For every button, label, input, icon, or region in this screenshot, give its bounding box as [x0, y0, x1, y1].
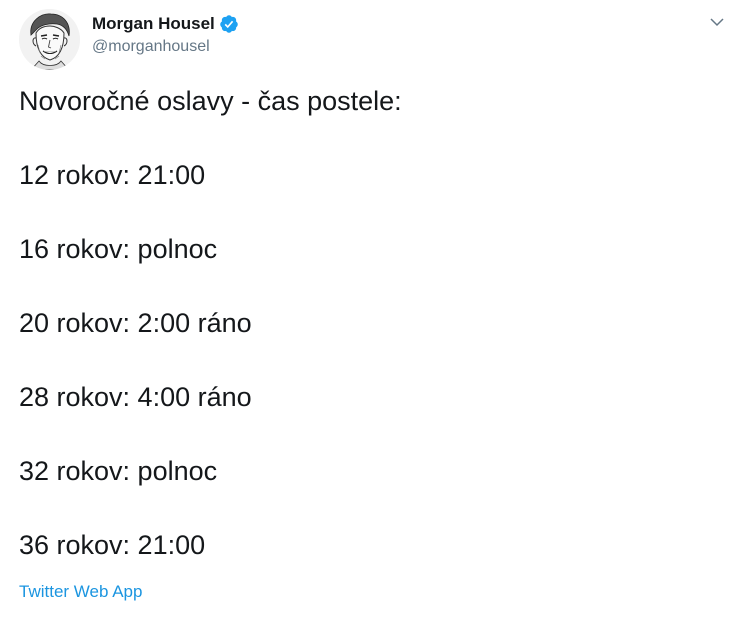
tweet-line: 20 rokov: 2:00 ráno [19, 308, 252, 338]
name-row: Morgan Housel [92, 13, 239, 35]
avatar[interactable] [19, 9, 80, 70]
user-handle[interactable]: @morganhousel [92, 37, 239, 57]
verified-badge-icon [219, 14, 239, 34]
source-app-link[interactable]: Twitter Web App [19, 581, 142, 603]
tweet-line: 32 rokov: polnoc [19, 456, 218, 486]
tweet-line: 12 rokov: 21:00 [19, 160, 206, 190]
tweet-menu-button[interactable] [707, 12, 727, 32]
tweet-text: Novoročné oslavy - čas postele: 12 rokov… [19, 83, 719, 564]
author-info: Morgan Housel @morganhousel [92, 13, 239, 57]
tweet-card: Morgan Housel @morganhousel Novoročné os… [0, 0, 743, 617]
tweet-line: 16 rokov: polnoc [19, 234, 218, 264]
tweet-title: Novoročné oslavy - čas postele: [19, 86, 402, 116]
tweet-line: 28 rokov: 4:00 ráno [19, 382, 252, 412]
chevron-down-icon [710, 18, 724, 27]
portrait-sketch-icon [19, 9, 80, 70]
tweet-line: 36 rokov: 21:00 [19, 530, 206, 560]
display-name[interactable]: Morgan Housel [92, 13, 215, 35]
